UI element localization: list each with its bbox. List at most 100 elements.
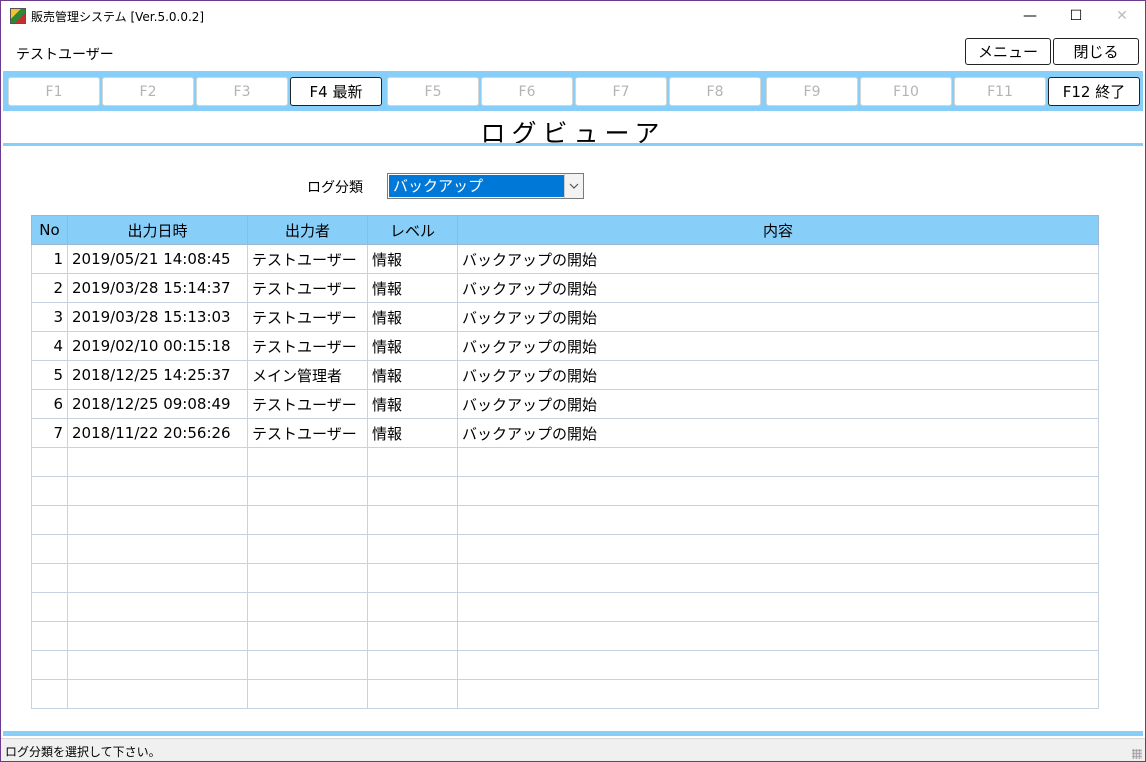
log-category-select[interactable]: バックアップ bbox=[387, 173, 584, 199]
cell-user: テストユーザー bbox=[247, 331, 368, 361]
f12-exit-button[interactable]: F12 終了 bbox=[1048, 77, 1140, 106]
f8-button[interactable]: F8 bbox=[669, 77, 761, 106]
empty-cell bbox=[247, 534, 368, 564]
column-header-level[interactable]: レベル bbox=[367, 215, 458, 245]
empty-cell bbox=[67, 679, 248, 709]
cell-content: バックアップの開始 bbox=[457, 360, 1099, 390]
f9-button[interactable]: F9 bbox=[766, 77, 858, 106]
cell-user: テストユーザー bbox=[247, 273, 368, 303]
table-row[interactable]: 3 2019/03/28 15:13:03 テストユーザー 情報 バックアップの開始 bbox=[31, 302, 1099, 332]
empty-cell bbox=[457, 679, 1099, 709]
f6-button[interactable]: F6 bbox=[481, 77, 573, 106]
empty-cell bbox=[367, 563, 458, 593]
cell-content: バックアップの開始 bbox=[457, 331, 1099, 361]
empty-cell bbox=[31, 592, 68, 622]
cell-no: 2 bbox=[31, 273, 68, 303]
empty-table-row[interactable] bbox=[31, 679, 1099, 709]
maximize-button[interactable]: ☐ bbox=[1053, 1, 1099, 31]
table-row[interactable]: 1 2019/05/21 14:08:45 テストユーザー 情報 バックアップの開始 bbox=[31, 244, 1099, 274]
empty-cell bbox=[457, 476, 1099, 506]
cell-user: テストユーザー bbox=[247, 302, 368, 332]
cell-user: テストユーザー bbox=[247, 244, 368, 274]
cell-datetime: 2018/12/25 09:08:49 bbox=[67, 389, 248, 419]
chevron-down-icon[interactable] bbox=[564, 174, 583, 198]
table-row[interactable]: 7 2018/11/22 20:56:26 テストユーザー 情報 バックアップの開始 bbox=[31, 418, 1099, 448]
cell-datetime: 2018/11/22 20:56:26 bbox=[67, 418, 248, 448]
empty-cell bbox=[247, 621, 368, 651]
cell-no: 3 bbox=[31, 302, 68, 332]
status-message: ログ分類を選択して下さい。 bbox=[5, 745, 161, 759]
table-row[interactable]: 6 2018/12/25 09:08:49 テストユーザー 情報 バックアップの開始 bbox=[31, 389, 1099, 419]
empty-cell bbox=[367, 505, 458, 535]
empty-table-row[interactable] bbox=[31, 621, 1099, 651]
cell-datetime: 2019/03/28 15:13:03 bbox=[67, 302, 248, 332]
empty-cell bbox=[31, 447, 68, 477]
column-header-datetime[interactable]: 出力日時 bbox=[67, 215, 248, 245]
table-row[interactable]: 4 2019/02/10 00:15:18 テストユーザー 情報 バックアップの開始 bbox=[31, 331, 1099, 361]
empty-cell bbox=[31, 650, 68, 680]
cell-user: テストユーザー bbox=[247, 389, 368, 419]
f10-button[interactable]: F10 bbox=[860, 77, 952, 106]
table-row[interactable]: 2 2019/03/28 15:14:37 テストユーザー 情報 バックアップの開始 bbox=[31, 273, 1099, 303]
cell-level: 情報 bbox=[367, 389, 458, 419]
empty-cell bbox=[457, 447, 1099, 477]
minimize-button[interactable]: — bbox=[1007, 1, 1053, 31]
empty-table-row[interactable] bbox=[31, 447, 1099, 477]
status-bar: ログ分類を選択して下さい。 bbox=[1, 738, 1145, 761]
cell-level: 情報 bbox=[367, 360, 458, 390]
cell-content: バックアップの開始 bbox=[457, 418, 1099, 448]
empty-cell bbox=[31, 563, 68, 593]
cell-user: テストユーザー bbox=[247, 418, 368, 448]
resize-grip-icon[interactable] bbox=[1132, 749, 1142, 759]
cell-content: バックアップの開始 bbox=[457, 273, 1099, 303]
cell-level: 情報 bbox=[367, 331, 458, 361]
f7-button[interactable]: F7 bbox=[575, 77, 667, 106]
table-header-row: No 出力日時 出力者 レベル 内容 bbox=[31, 215, 1099, 245]
menu-button[interactable]: メニュー bbox=[965, 38, 1051, 65]
cell-level: 情報 bbox=[367, 302, 458, 332]
column-header-user[interactable]: 出力者 bbox=[247, 215, 368, 245]
cell-no: 4 bbox=[31, 331, 68, 361]
empty-cell bbox=[367, 592, 458, 622]
empty-cell bbox=[67, 650, 248, 680]
column-header-no[interactable]: No bbox=[31, 215, 68, 245]
empty-cell bbox=[67, 592, 248, 622]
cell-datetime: 2019/02/10 00:15:18 bbox=[67, 331, 248, 361]
empty-cell bbox=[457, 592, 1099, 622]
close-button[interactable]: 閉じる bbox=[1053, 38, 1139, 65]
column-header-content[interactable]: 内容 bbox=[457, 215, 1099, 245]
f2-button[interactable]: F2 bbox=[102, 77, 194, 106]
f11-button[interactable]: F11 bbox=[954, 77, 1046, 106]
f3-button[interactable]: F3 bbox=[196, 77, 288, 106]
cell-content: バックアップの開始 bbox=[457, 302, 1099, 332]
f1-button[interactable]: F1 bbox=[8, 77, 100, 106]
f4-refresh-button[interactable]: F4 最新 bbox=[290, 77, 382, 106]
app-window: 販売管理システム [Ver.5.0.0.2] — ☐ ✕ テストユーザー メニュ… bbox=[0, 0, 1146, 762]
cell-datetime: 2019/03/28 15:14:37 bbox=[67, 273, 248, 303]
empty-table-row[interactable] bbox=[31, 534, 1099, 564]
empty-cell bbox=[457, 505, 1099, 535]
empty-table-row[interactable] bbox=[31, 476, 1099, 506]
empty-cell bbox=[457, 563, 1099, 593]
title-divider bbox=[3, 143, 1143, 146]
table-row[interactable]: 5 2018/12/25 14:25:37 メイン管理者 情報 バックアップの開始 bbox=[31, 360, 1099, 390]
cell-content: バックアップの開始 bbox=[457, 244, 1099, 274]
f5-button[interactable]: F5 bbox=[387, 77, 479, 106]
empty-cell bbox=[31, 505, 68, 535]
cell-datetime: 2018/12/25 14:25:37 bbox=[67, 360, 248, 390]
empty-table-row[interactable] bbox=[31, 650, 1099, 680]
empty-table-row[interactable] bbox=[31, 505, 1099, 535]
current-user-label: テストユーザー bbox=[16, 47, 114, 63]
app-logo-icon bbox=[10, 8, 26, 24]
empty-cell bbox=[247, 679, 368, 709]
empty-cell bbox=[247, 476, 368, 506]
empty-cell bbox=[457, 621, 1099, 651]
empty-table-row[interactable] bbox=[31, 592, 1099, 622]
empty-table-row[interactable] bbox=[31, 563, 1099, 593]
empty-cell bbox=[31, 679, 68, 709]
function-key-bar: F1 F2 F3 F4 最新 F5 F6 F7 F8 F9 F10 F11 F1… bbox=[3, 71, 1143, 111]
cell-datetime: 2019/05/21 14:08:45 bbox=[67, 244, 248, 274]
bottom-divider bbox=[3, 731, 1143, 736]
empty-cell bbox=[367, 621, 458, 651]
close-window-button[interactable]: ✕ bbox=[1099, 1, 1145, 31]
